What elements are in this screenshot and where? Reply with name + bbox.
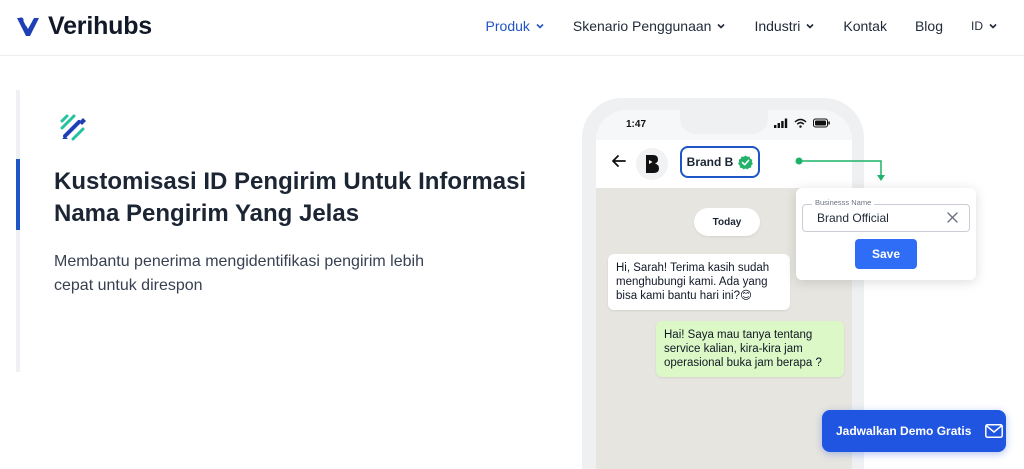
chevron-down-icon bbox=[989, 23, 997, 29]
hero-description: Membantu penerima mengidentifikasi pengi… bbox=[54, 253, 424, 294]
status-time: 1:47 bbox=[626, 119, 647, 130]
mail-icon bbox=[985, 424, 1004, 438]
schedule-demo-button[interactable]: Jadwalkan Demo Gratis bbox=[822, 410, 1006, 452]
chat-name: Brand B bbox=[686, 155, 734, 169]
business-name-input[interactable] bbox=[803, 205, 943, 230]
brand-b-logo-icon bbox=[646, 155, 659, 173]
nav-item-industri[interactable]: Industri bbox=[754, 18, 815, 34]
wifi-icon bbox=[794, 118, 807, 128]
brand-name: Verihubs bbox=[48, 12, 152, 40]
feature-pencil-icon bbox=[60, 114, 86, 141]
connector-line bbox=[795, 157, 885, 181]
nav-item-label: Kontak bbox=[843, 18, 887, 34]
chevron-down-icon bbox=[806, 23, 814, 29]
nav-item-kontak[interactable]: Kontak bbox=[843, 18, 887, 34]
nav-item-label: Industri bbox=[754, 18, 801, 34]
back-arrow-icon[interactable] bbox=[610, 152, 628, 170]
nav-item-skenario[interactable]: Skenario Penggunaan bbox=[573, 18, 727, 34]
date-separator: Today bbox=[694, 208, 760, 236]
chevron-down-icon bbox=[717, 23, 726, 29]
verified-badge-icon bbox=[738, 155, 754, 169]
outgoing-message: Hai! Saya mau tanya tentang service kali… bbox=[656, 321, 844, 377]
close-icon[interactable] bbox=[947, 212, 958, 223]
chat-avatar bbox=[636, 148, 668, 180]
site-header: Verihubs Produk Skenario Penggunaan Indu… bbox=[0, 0, 1024, 56]
business-name-label: Businesss Name bbox=[812, 198, 875, 207]
save-button[interactable]: Save bbox=[855, 239, 917, 269]
battery-icon bbox=[813, 118, 830, 128]
section-divider bbox=[16, 90, 20, 372]
schedule-demo-label: Jadwalkan Demo Gratis bbox=[836, 424, 972, 438]
nav-item-label: Blog bbox=[914, 18, 943, 34]
language-selector[interactable]: ID bbox=[971, 19, 998, 33]
hero-title: Kustomisasi ID Pengirim Untuk Informasi … bbox=[54, 168, 527, 227]
nav-item-produk[interactable]: Produk bbox=[486, 18, 545, 34]
page: Verihubs Produk Skenario Penggunaan Indu… bbox=[0, 0, 1024, 469]
verihubs-logo-icon bbox=[17, 16, 39, 36]
nav-item-label: Produk bbox=[485, 18, 530, 34]
nav-item-blog[interactable]: Blog bbox=[915, 18, 943, 34]
chevron-down-icon bbox=[536, 23, 544, 29]
main-nav: Produk Skenario Penggunaan Industri Kont… bbox=[458, 18, 998, 34]
signal-icon bbox=[774, 118, 788, 128]
nav-item-label: Skenario Penggunaan bbox=[572, 18, 712, 34]
section-accent-bar bbox=[16, 159, 20, 230]
business-name-popup: Businesss Name Save bbox=[796, 188, 976, 280]
business-name-field[interactable] bbox=[802, 204, 970, 232]
brand-logo[interactable]: Verihubs bbox=[16, 12, 152, 41]
incoming-message: Hi, Sarah! Terima kasih sudah menghubung… bbox=[608, 254, 790, 310]
chat-name-chip[interactable]: Brand B bbox=[680, 146, 760, 178]
language-label: ID bbox=[971, 19, 983, 33]
phone-notch bbox=[680, 110, 768, 134]
status-icons bbox=[774, 118, 831, 128]
